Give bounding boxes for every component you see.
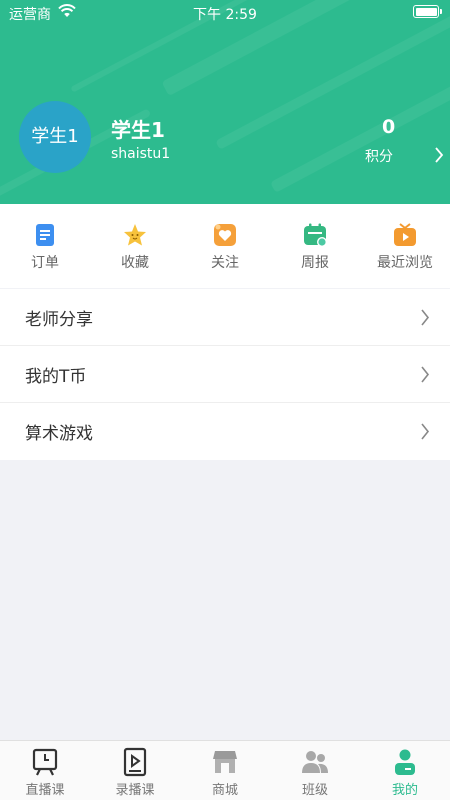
recorded-class-icon xyxy=(123,747,147,777)
quick-action-label: 最近浏览 xyxy=(377,255,433,271)
tab-recorded-class[interactable]: 录播课 xyxy=(90,741,180,800)
tab-label: 录播课 xyxy=(115,783,155,798)
quick-action-favorite[interactable]: 收藏 xyxy=(90,204,180,288)
recent-tv-icon xyxy=(394,223,416,246)
tab-profile[interactable]: 我的 xyxy=(360,741,450,800)
user-name: 学生1 xyxy=(111,118,165,142)
status-time: 下午 2:59 xyxy=(193,7,257,23)
menu-list: 老师分享 我的T币 算术游戏 xyxy=(0,289,450,460)
chevron-right-icon xyxy=(421,366,430,383)
store-icon xyxy=(213,751,237,773)
chevron-right-icon xyxy=(435,147,444,163)
user-account: shaistu1 xyxy=(111,146,171,162)
quick-actions-bar: 订单 收藏 关注 周报 最近浏览 xyxy=(0,204,450,288)
profile-icon xyxy=(395,749,415,775)
class-group-icon xyxy=(302,751,328,773)
status-bar: 运营商 下午 2:59 xyxy=(0,0,450,26)
weekly-report-icon xyxy=(304,223,327,247)
menu-item-label: 老师分享 xyxy=(25,310,93,330)
points-link[interactable]: 0 积分 xyxy=(330,112,450,172)
menu-item-teacher-share[interactable]: 老师分享 xyxy=(0,289,450,346)
battery-icon xyxy=(413,5,442,18)
tab-label: 直播课 xyxy=(25,783,65,798)
quick-action-order[interactable]: 订单 xyxy=(0,204,90,288)
tab-label: 商城 xyxy=(211,783,238,798)
live-class-icon xyxy=(32,748,58,776)
avatar[interactable]: 学生1 xyxy=(19,101,91,173)
menu-item-math-game[interactable]: 算术游戏 xyxy=(0,403,450,460)
menu-item-t-coins[interactable]: 我的T币 xyxy=(0,346,450,403)
profile-header: 运营商 下午 2:59 学生1 学生1 shaistu1 0 积分 xyxy=(0,0,450,204)
tab-label: 班级 xyxy=(301,783,328,798)
tab-label: 我的 xyxy=(391,783,418,798)
points-label: 积分 xyxy=(365,149,393,165)
tab-live-class[interactable]: 直播课 xyxy=(0,741,90,800)
quick-action-label: 收藏 xyxy=(121,255,149,271)
follow-heart-icon xyxy=(214,224,236,246)
tab-store[interactable]: 商城 xyxy=(180,741,270,800)
order-icon xyxy=(36,224,54,246)
menu-item-label: 我的T币 xyxy=(25,367,87,387)
chevron-right-icon xyxy=(421,423,430,440)
menu-item-label: 算术游戏 xyxy=(25,424,93,444)
chevron-right-icon xyxy=(421,309,430,326)
points-value: 0 xyxy=(382,116,396,138)
bottom-tab-bar: 直播课 录播课 商城 班级 我的 xyxy=(0,740,450,800)
quick-action-recent[interactable]: 最近浏览 xyxy=(360,204,450,288)
tab-class-group[interactable]: 班级 xyxy=(270,741,360,800)
quick-action-label: 订单 xyxy=(31,255,59,271)
quick-action-label: 周报 xyxy=(301,255,329,271)
quick-action-weekly[interactable]: 周报 xyxy=(270,204,360,288)
quick-action-follow[interactable]: 关注 xyxy=(180,204,270,288)
favorite-star-icon xyxy=(124,224,146,246)
quick-action-label: 关注 xyxy=(211,255,239,271)
